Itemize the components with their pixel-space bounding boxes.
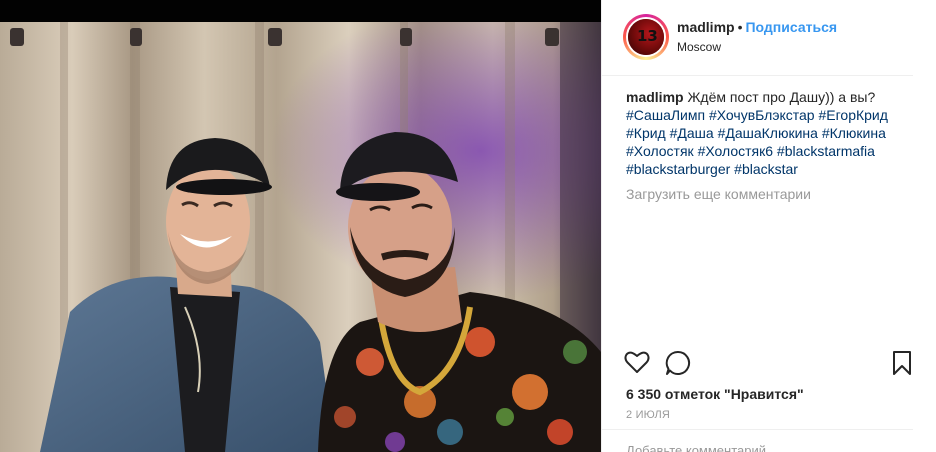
separator-dot: • [737,19,743,35]
post-header: 13 madlimp • Подписаться Moscow [602,0,913,76]
username-link[interactable]: madlimp [677,19,735,35]
avatar-jersey-number: 13 [637,27,658,45]
avatar[interactable]: 13 [623,14,669,60]
location-link[interactable]: Moscow [677,40,721,54]
avatar-image: 13 [626,17,666,57]
load-more-comments-button[interactable]: Загрузить еще комментарии [626,186,811,202]
caption-hashtags[interactable]: #СашаЛимп #ХочувБлэкстар #ЕгорКрид #Крид… [626,107,888,177]
post-caption: madlimp Ждём пост про Дашу)) а вы? #Саша… [626,88,916,178]
photo-image [0,22,601,452]
post-date[interactable]: 2 ИЮЛЯ [626,409,670,421]
likes-count[interactable]: 6 350 отметок "Нравится" [626,386,804,402]
caption-username[interactable]: madlimp [626,89,684,105]
comment-input[interactable]: Добавьте комментарий... [626,443,777,452]
bookmark-icon[interactable] [892,350,912,381]
divider [602,429,913,430]
post-side-panel: 13 madlimp • Подписаться Moscow madlimp Жд… [601,0,936,452]
post-photo[interactable] [0,0,601,452]
follow-button[interactable]: Подписаться [745,19,837,35]
caption-text: Ждём пост про Дашу)) а вы? [687,89,876,105]
photo-top-bar [0,0,601,22]
header-line: madlimp • Подписаться [677,19,837,35]
instagram-post: 13 madlimp • Подписаться Moscow madlimp Жд… [0,0,936,452]
heart-icon[interactable] [624,350,650,379]
comment-icon[interactable] [665,350,691,381]
action-bar [602,340,936,380]
